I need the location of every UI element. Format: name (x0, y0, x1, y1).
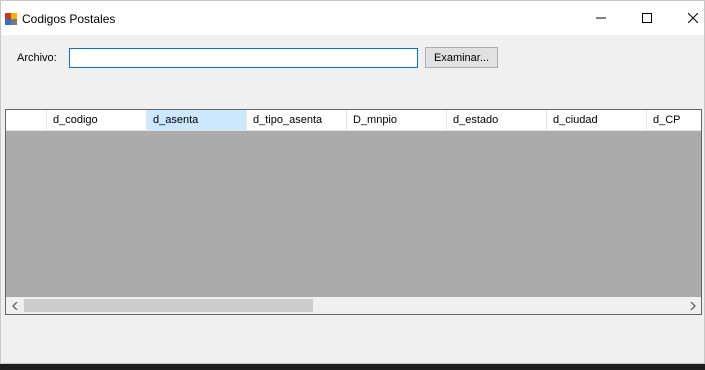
column-header-d-asenta[interactable]: d_asenta (147, 110, 247, 130)
scroll-right-button[interactable] (684, 297, 701, 314)
chevron-left-icon (11, 301, 17, 310)
data-grid[interactable]: d_codigo d_asenta d_tipo_asenta D_mnpio … (5, 109, 702, 315)
window-title: Codigos Postales (22, 12, 116, 26)
archivo-label: Archivo: (17, 52, 57, 64)
column-header-d-estado[interactable]: d_estado (447, 110, 547, 130)
minimize-icon (596, 17, 606, 19)
maximize-icon (642, 13, 652, 23)
examinar-button[interactable]: Examinar... (425, 47, 498, 68)
column-header-d-codigo[interactable]: d_codigo (47, 110, 147, 130)
minimize-button[interactable] (578, 1, 624, 35)
close-icon (688, 13, 698, 23)
row-header-corner[interactable] (6, 110, 47, 130)
column-header-d-ciudad[interactable]: d_ciudad (547, 110, 647, 130)
column-header-d-mnpio[interactable]: D_mnpio (347, 110, 447, 130)
title-bar[interactable]: Codigos Postales (1, 1, 704, 35)
close-button[interactable] (670, 1, 704, 35)
grid-header: d_codigo d_asenta d_tipo_asenta D_mnpio … (6, 110, 701, 131)
archivo-input[interactable] (69, 48, 418, 68)
app-icon (5, 12, 17, 25)
column-header-d-tipo-asenta[interactable]: d_tipo_asenta (247, 110, 347, 130)
app-window: Codigos Postales Archivo: Examinar... d_… (0, 0, 705, 364)
scroll-left-button[interactable] (6, 297, 23, 314)
scrollbar-thumb[interactable] (24, 299, 313, 312)
horizontal-scrollbar[interactable] (6, 297, 701, 314)
column-header-d-cp[interactable]: d_CP (647, 110, 701, 130)
chevron-right-icon (690, 301, 696, 310)
maximize-button[interactable] (624, 1, 670, 35)
